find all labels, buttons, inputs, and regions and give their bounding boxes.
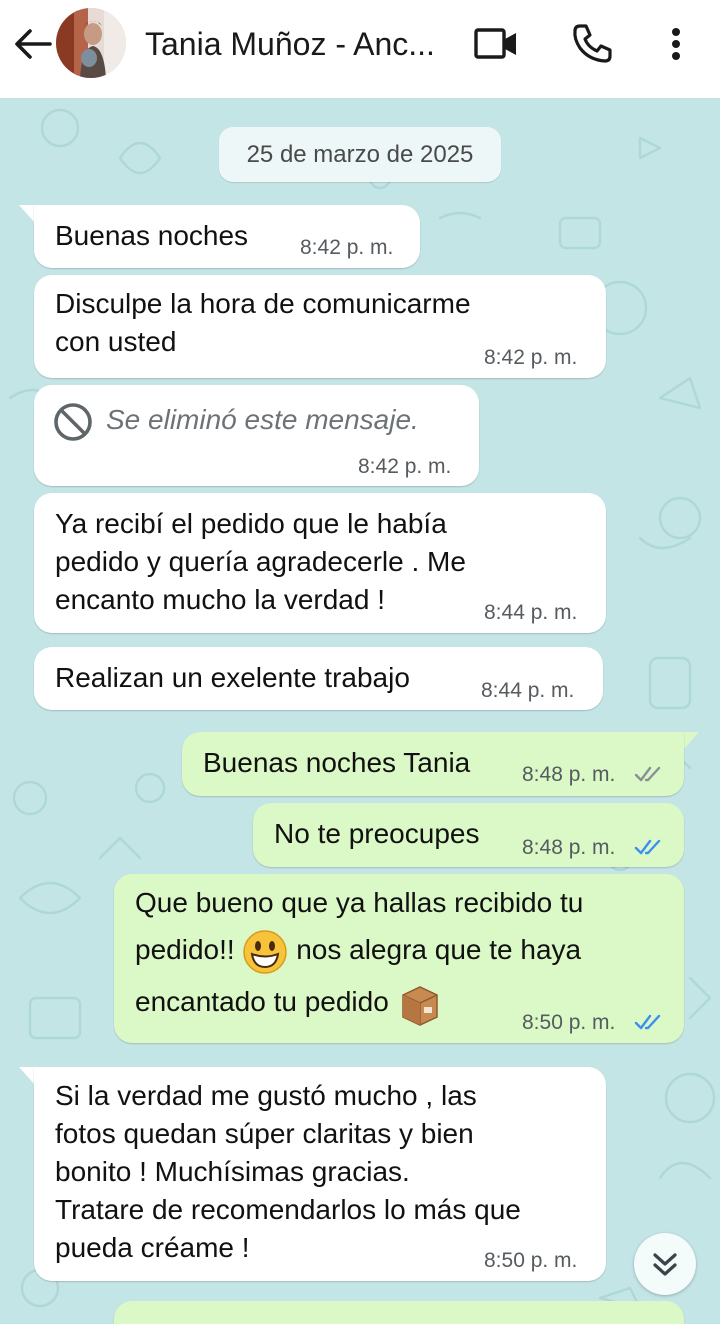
message-text: Buenas noches (55, 220, 249, 251)
video-camera-icon (474, 28, 516, 59)
scroll-to-bottom-button[interactable] (634, 1233, 696, 1295)
message-text-fragment: encantado tu pedido (135, 986, 389, 1017)
read-ticks-icon (634, 1014, 661, 1030)
delivered-ticks-icon (634, 766, 661, 782)
message-time: 8:44 p. m. (484, 601, 578, 624)
phone-icon (573, 24, 612, 63)
message-deleted[interactable]: Se eliminó este mensaje. 8:42 p. m. (34, 385, 479, 486)
message-outgoing-partial[interactable] (114, 1301, 684, 1324)
message-time: 8:42 p. m. (300, 236, 394, 259)
contact-avatar[interactable] (56, 8, 126, 78)
message-time: 8:50 p. m. (484, 1249, 578, 1272)
back-button[interactable] (10, 24, 54, 64)
message-outgoing[interactable]: Que bueno que ya hallas recibido tu pedi… (114, 874, 684, 1043)
bubble-tail (19, 205, 35, 223)
message-text-fragment: nos alegra que te haya (296, 934, 582, 965)
more-options-button[interactable] (660, 20, 692, 68)
bubble-tail (19, 1067, 35, 1085)
chat-area[interactable]: 25 de marzo de 2025 Buenas noches 8:42 p… (0, 98, 720, 1324)
more-vertical-icon (672, 28, 680, 60)
message-time: 8:50 p. m. (522, 1011, 616, 1034)
message-time: 8:48 p. m. (522, 836, 616, 859)
message-text: Disculpe la hora de comunicarme con uste… (55, 288, 471, 357)
message-text: Realizan un exelente trabajo (55, 662, 410, 693)
package-emoji (401, 985, 438, 1026)
message-text: Si la verdad me gustó mucho , las fotos … (55, 1080, 521, 1263)
message-time: 8:48 p. m. (522, 763, 616, 786)
message-text-line: pedido!! nos alegra que te haya (135, 928, 581, 975)
bubble-tail (683, 732, 699, 750)
message-outgoing[interactable]: Buenas noches Tania 8:48 p. m. (182, 732, 684, 796)
message-text-line: Que bueno que ya hallas recibido tu (135, 887, 584, 918)
message-text-fragment: pedido!! (135, 934, 235, 965)
message-time: 8:42 p. m. (358, 455, 452, 478)
video-call-button[interactable] (472, 22, 520, 66)
message-incoming[interactable]: Si la verdad me gustó mucho , las fotos … (34, 1067, 606, 1281)
date-chip: 25 de marzo de 2025 (219, 127, 501, 182)
message-text: No te preocupes (274, 818, 480, 849)
message-text: Buenas noches Tania (203, 747, 471, 778)
message-time: 8:42 p. m. (484, 346, 578, 369)
message-incoming[interactable]: Ya recibí el pedido que le había pedido … (34, 493, 606, 633)
message-incoming[interactable]: Realizan un exelente trabajo 8:44 p. m. (34, 647, 603, 710)
double-chevron-down-icon (653, 1253, 677, 1276)
message-time: 8:44 p. m. (481, 679, 575, 702)
message-text: Ya recibí el pedido que le había pedido … (55, 508, 466, 615)
message-outgoing[interactable]: No te preocupes 8:48 p. m. (253, 803, 684, 867)
avatar-photo (56, 8, 126, 78)
read-ticks-icon (634, 839, 661, 855)
grinning-face-emoji (243, 929, 288, 974)
message-incoming[interactable]: Buenas noches 8:42 p. m. (34, 205, 420, 268)
voice-call-button[interactable] (568, 20, 616, 68)
message-text-line: encantado tu pedido (135, 980, 443, 1027)
deleted-message-text: Se eliminó este mensaje. (106, 404, 419, 435)
message-incoming[interactable]: Disculpe la hora de comunicarme con uste… (34, 275, 606, 378)
chat-header: Tania Muñoz - Anc... (0, 0, 720, 98)
contact-name[interactable]: Tania Muñoz - Anc... (145, 22, 455, 66)
blocked-icon (54, 403, 92, 441)
arrow-left-icon (15, 29, 52, 59)
